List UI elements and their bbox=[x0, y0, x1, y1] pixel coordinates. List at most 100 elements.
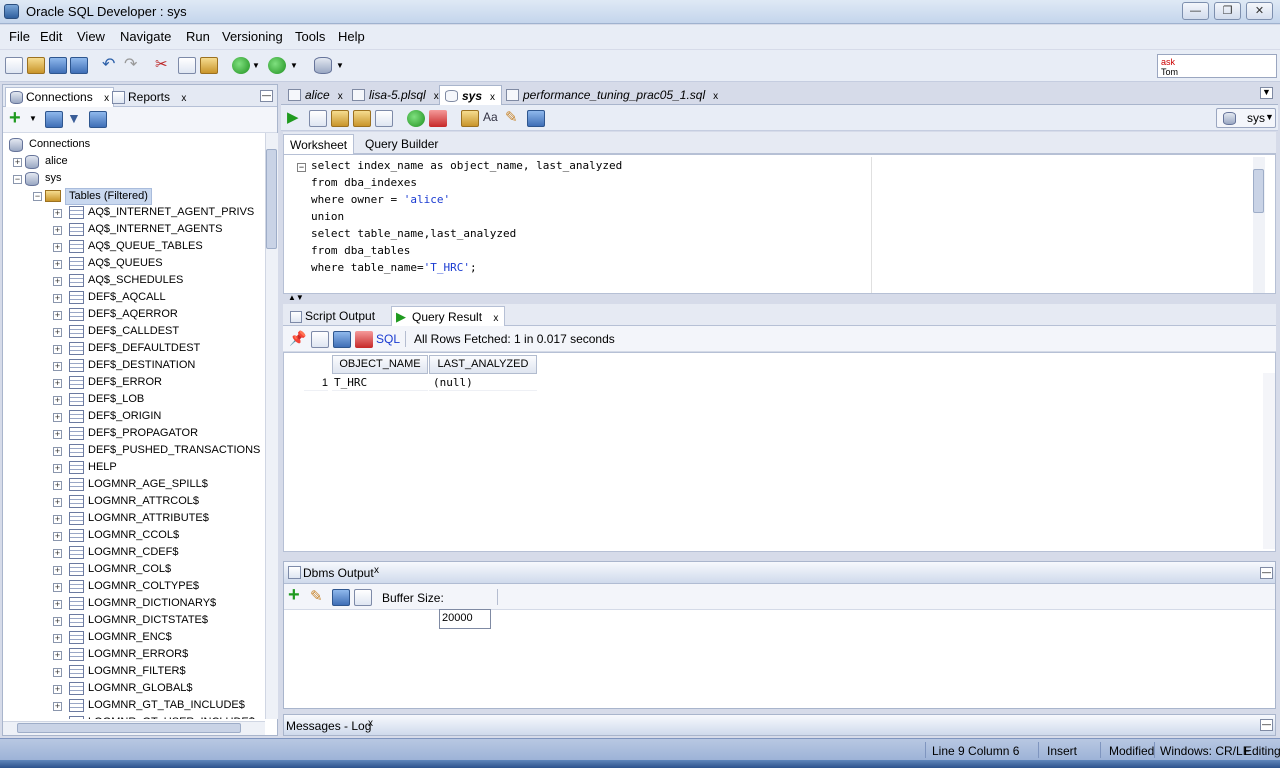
splitter-arrows-icon[interactable]: ▲▼ bbox=[288, 294, 312, 302]
expand-icon[interactable]: + bbox=[53, 634, 62, 643]
menu-run[interactable]: Run bbox=[186, 29, 210, 44]
expand-icon[interactable]: − bbox=[13, 175, 22, 184]
connection-selector[interactable]: sys ▼ bbox=[1216, 108, 1276, 128]
enable-output-icon[interactable]: + bbox=[288, 585, 306, 605]
tree-item-folder[interactable]: − Tables (Filtered) bbox=[3, 188, 265, 205]
tab-worksheet[interactable]: Worksheet bbox=[283, 134, 355, 154]
tree-item-table[interactable]: + LOGMNR_ATTRCOL$ bbox=[3, 494, 265, 511]
tree-item-table[interactable]: + DEF$_LOB bbox=[3, 392, 265, 409]
tree-item-table[interactable]: + LOGMNR_ERROR$ bbox=[3, 647, 265, 664]
refresh-icon[interactable] bbox=[45, 111, 63, 128]
menu-navigate[interactable]: Navigate bbox=[120, 29, 171, 44]
print-icon[interactable] bbox=[311, 331, 329, 348]
expand-icon[interactable]: + bbox=[53, 481, 62, 490]
expand-icon[interactable]: + bbox=[53, 345, 62, 354]
forward-dropdown-icon[interactable]: ▼ bbox=[290, 57, 308, 74]
schema-browser-icon[interactable] bbox=[89, 111, 107, 128]
tree-item-table[interactable]: + LOGMNR_COL$ bbox=[3, 562, 265, 579]
new-file-icon[interactable] bbox=[5, 57, 23, 74]
minimize-panel-icon[interactable]: — bbox=[260, 90, 273, 102]
tree-item-table[interactable]: + LOGMNR_ENC$ bbox=[3, 630, 265, 647]
buffer-size-input[interactable]: 20000 bbox=[439, 609, 491, 629]
sql-connection-icon[interactable] bbox=[314, 57, 332, 74]
close-icon[interactable]: x bbox=[374, 565, 379, 576]
expand-icon[interactable]: + bbox=[53, 379, 62, 388]
paste-icon[interactable] bbox=[200, 57, 218, 74]
expand-icon[interactable]: + bbox=[13, 158, 22, 167]
tree-item-table[interactable]: + DEF$_AQERROR bbox=[3, 307, 265, 324]
commit-icon[interactable] bbox=[407, 110, 425, 127]
tree-item-table[interactable]: + LOGMNR_DICTSTATE$ bbox=[3, 613, 265, 630]
menu-tools[interactable]: Tools bbox=[295, 29, 325, 44]
expand-icon[interactable]: + bbox=[53, 532, 62, 541]
expand-icon[interactable]: + bbox=[53, 651, 62, 660]
expand-icon[interactable]: + bbox=[53, 702, 62, 711]
tree-item-table[interactable]: + LOGMNR_DICTIONARY$ bbox=[3, 596, 265, 613]
expand-icon[interactable]: + bbox=[53, 311, 62, 320]
expand-icon[interactable]: + bbox=[53, 362, 62, 371]
fold-icon[interactable]: − bbox=[297, 163, 306, 172]
tab-sys[interactable]: sys x bbox=[439, 85, 503, 105]
tree-item-table[interactable]: + LOGMNR_GLOBAL$ bbox=[3, 681, 265, 698]
close-icon[interactable]: x bbox=[713, 91, 718, 102]
tree-scroll-thumb[interactable] bbox=[266, 149, 277, 249]
close-icon[interactable]: x bbox=[434, 91, 439, 102]
refresh-icon[interactable] bbox=[333, 331, 351, 348]
sql-tuning-icon[interactable] bbox=[375, 110, 393, 127]
column-header-last-analyzed[interactable]: LAST_ANALYZED bbox=[429, 355, 537, 374]
tab-connections[interactable]: Connections x bbox=[5, 87, 115, 107]
table-cell[interactable]: T_HRC bbox=[332, 375, 428, 391]
tab-list-dropdown-icon[interactable]: ▼ bbox=[1260, 87, 1273, 99]
tab-query-builder[interactable]: Query Builder bbox=[359, 134, 444, 154]
minimize-button[interactable]: — bbox=[1182, 2, 1209, 20]
tree-item-table[interactable]: + DEF$_ERROR bbox=[3, 375, 265, 392]
sql-dropdown-icon[interactable]: ▼ bbox=[336, 57, 354, 74]
close-icon[interactable]: x bbox=[181, 93, 186, 104]
tree-item-table[interactable]: + AQ$_QUEUES bbox=[3, 256, 265, 273]
menu-file[interactable]: File bbox=[9, 29, 30, 44]
expand-icon[interactable]: + bbox=[53, 668, 62, 677]
grid-vertical-scrollbar[interactable] bbox=[1263, 373, 1275, 549]
open-folder-icon[interactable] bbox=[27, 57, 45, 74]
save-icon[interactable] bbox=[49, 57, 67, 74]
expand-icon[interactable]: + bbox=[53, 600, 62, 609]
forward-icon[interactable] bbox=[268, 57, 286, 74]
tree-item-table[interactable]: + DEF$_ORIGIN bbox=[3, 409, 265, 426]
tab-lisa-5-plsql[interactable]: lisa-5.plsql x bbox=[347, 85, 445, 105]
expand-icon[interactable]: + bbox=[53, 447, 62, 456]
sql-editor[interactable]: − select index_name as object_name, last… bbox=[283, 154, 1276, 294]
tree-item-table[interactable]: + DEF$_DEFAULTDEST bbox=[3, 341, 265, 358]
maximize-button[interactable]: ❐ bbox=[1214, 2, 1241, 20]
expand-icon[interactable]: + bbox=[53, 243, 62, 252]
column-header-object-name[interactable]: OBJECT_NAME bbox=[332, 355, 428, 374]
tree-item-table[interactable]: + HELP bbox=[3, 460, 265, 477]
tree-item-table[interactable]: + DEF$_PROPAGATOR bbox=[3, 426, 265, 443]
expand-icon[interactable]: + bbox=[53, 413, 62, 422]
expand-icon[interactable]: − bbox=[33, 192, 42, 201]
tree-item-table[interactable]: + LOGMNR_ATTRIBUTE$ bbox=[3, 511, 265, 528]
ask-tom-search[interactable]: ask Tom bbox=[1157, 54, 1277, 78]
autotrace-icon[interactable] bbox=[353, 110, 371, 127]
clear-icon[interactable]: ✎ bbox=[310, 588, 328, 605]
run-script-icon[interactable] bbox=[309, 110, 327, 127]
tree-item-table[interactable]: + AQ$_SCHEDULES bbox=[3, 273, 265, 290]
tree-item-table[interactable]: + DEF$_AQCALL bbox=[3, 290, 265, 307]
tree-item-table[interactable]: + LOGMNR_AGE_SPILL$ bbox=[3, 477, 265, 494]
tree-item-table[interactable]: + DEF$_CALLDEST bbox=[3, 324, 265, 341]
tab-query-result[interactable]: ▶ Query Result x bbox=[391, 306, 506, 326]
editor-scroll-thumb[interactable] bbox=[1253, 169, 1264, 213]
print-icon[interactable] bbox=[354, 589, 372, 606]
expand-icon[interactable]: + bbox=[53, 685, 62, 694]
expand-icon[interactable]: + bbox=[53, 226, 62, 235]
close-button[interactable]: ✕ bbox=[1246, 2, 1273, 20]
table-cell[interactable]: (null) bbox=[429, 375, 537, 391]
close-icon[interactable]: x bbox=[490, 92, 495, 103]
run-statement-icon[interactable]: ▶ bbox=[287, 109, 305, 126]
expand-icon[interactable]: + bbox=[53, 430, 62, 439]
tree-item-table[interactable]: + AQ$_INTERNET_AGENTS bbox=[3, 222, 265, 239]
cut-icon[interactable]: ✂ bbox=[155, 57, 173, 74]
tree-item-conn[interactable]: + alice bbox=[3, 154, 265, 171]
expand-icon[interactable]: + bbox=[53, 498, 62, 507]
tree-item-table[interactable]: + LOGMNR_GT_TAB_INCLUDE$ bbox=[3, 698, 265, 715]
tab-alice[interactable]: alice x bbox=[283, 85, 349, 105]
